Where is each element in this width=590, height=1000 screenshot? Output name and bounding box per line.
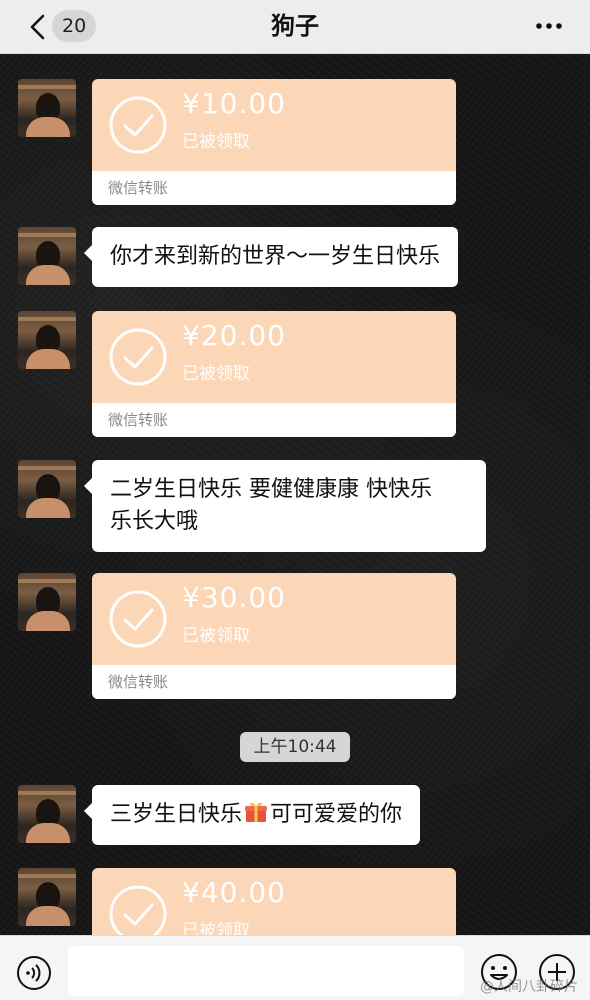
transfer-footer: 微信转账 bbox=[92, 665, 456, 699]
text-line: 乐长大哦 bbox=[110, 509, 199, 534]
timestamp: 上午10:44 bbox=[240, 732, 350, 762]
received-check-icon bbox=[109, 96, 167, 154]
received-check-icon bbox=[109, 328, 167, 386]
voice-input-icon[interactable] bbox=[16, 955, 52, 991]
avatar[interactable] bbox=[18, 573, 76, 631]
chat-area[interactable]: ¥10.00 已被领取 微信转账 你才来到新的世界～一岁生日快乐 ¥20.00 … bbox=[0, 55, 590, 935]
transfer-amount: ¥20.00 bbox=[182, 319, 286, 352]
text-message[interactable]: 二岁生日快乐 要健健康康 快快乐 乐长大哦 bbox=[84, 460, 486, 552]
received-check-icon bbox=[109, 590, 167, 648]
transfer-card[interactable]: ¥20.00 已被领取 微信转账 bbox=[92, 311, 456, 437]
text-message[interactable]: 你才来到新的世界～一岁生日快乐 bbox=[83, 227, 459, 287]
transfer-status: 已被领取 bbox=[182, 921, 250, 935]
transfer-card[interactable]: ¥40.00 已被领取 bbox=[92, 868, 456, 935]
message-input[interactable] bbox=[68, 946, 464, 996]
transfer-amount: ¥40.00 bbox=[182, 876, 286, 909]
gift-icon bbox=[245, 802, 268, 822]
transfer-footer: 微信转账 bbox=[92, 171, 456, 205]
avatar[interactable] bbox=[18, 460, 76, 518]
avatar[interactable] bbox=[18, 311, 76, 369]
avatar[interactable] bbox=[18, 227, 76, 285]
transfer-status: 已被领取 bbox=[182, 626, 250, 646]
transfer-footer: 微信转账 bbox=[92, 403, 456, 437]
text-segment: 三岁生日快乐 bbox=[110, 802, 243, 827]
transfer-card[interactable]: ¥10.00 已被领取 微信转账 bbox=[92, 79, 456, 205]
transfer-amount: ¥10.00 bbox=[182, 87, 286, 120]
text-segment: 可可爱爱的你 bbox=[270, 802, 403, 827]
input-bar: @人间八卦碎片 bbox=[0, 935, 590, 1000]
top-bar: 20 狗子 bbox=[0, 0, 590, 54]
transfer-status: 已被领取 bbox=[182, 132, 250, 152]
text-line: 二岁生日快乐 要健健康康 快快乐 bbox=[110, 477, 432, 502]
transfer-status: 已被领取 bbox=[182, 364, 250, 384]
text-message[interactable]: 三岁生日快乐 可可爱爱的你 bbox=[83, 785, 421, 845]
chat-title: 狗子 bbox=[271, 12, 319, 40]
watermark: @人间八卦碎片 bbox=[480, 979, 578, 995]
transfer-card[interactable]: ¥30.00 已被领取 微信转账 bbox=[92, 573, 456, 699]
avatar[interactable] bbox=[18, 79, 76, 137]
avatar[interactable] bbox=[18, 785, 76, 843]
transfer-amount: ¥30.00 bbox=[182, 581, 286, 614]
received-check-icon bbox=[109, 885, 167, 935]
avatar[interactable] bbox=[18, 868, 76, 926]
more-options-icon[interactable] bbox=[534, 14, 564, 38]
